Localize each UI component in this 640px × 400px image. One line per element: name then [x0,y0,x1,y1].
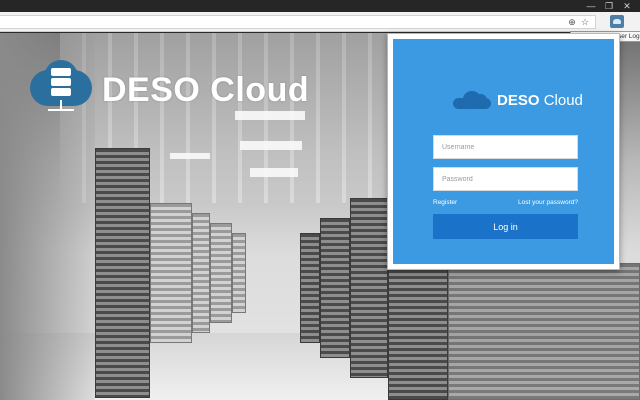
bookmark-star-icon[interactable]: ☆ [579,16,591,28]
popup-logo: DESO Cloud [453,91,583,109]
login-popup: DESO Cloud Register Lost your password? … [387,33,620,270]
password-input[interactable] [433,167,578,191]
server-rack [232,233,246,313]
cloud-icon [453,91,493,109]
brand-logo: DESO Cloud [30,60,310,116]
login-panel: DESO Cloud Register Lost your password? … [393,39,614,264]
address-bar[interactable]: ⊕ ☆ [0,15,596,29]
minimize-button[interactable]: — [584,1,598,11]
register-link[interactable]: Register [433,199,457,206]
brand-name: DESO Cloud [102,70,310,109]
server-rack [210,223,232,323]
username-input[interactable] [433,135,578,159]
server-rack [320,218,350,358]
zoom-icon[interactable]: ⊕ [566,16,578,28]
lost-password-link[interactable]: Lost your password? [518,199,578,206]
ceiling-light [170,153,210,159]
login-button[interactable]: Log in [433,214,578,239]
window-controls: — ❐ ✕ [584,0,634,12]
server-rack [388,263,448,400]
server-rack [350,198,388,378]
server-rack [95,148,150,398]
extension-cloud-icon[interactable] [610,15,624,28]
close-button[interactable]: ✕ [620,1,634,11]
login-links: Register Lost your password? [433,199,578,206]
cloud-server-icon [30,60,92,116]
ceiling-light [240,141,302,150]
server-rack [300,233,320,343]
server-rack [448,263,640,400]
ceiling-light [250,168,298,177]
browser-toolbar: ⊕ ☆ [0,12,640,32]
window-titlebar: — ❐ ✕ [0,0,640,12]
server-rack [192,213,210,333]
restore-button[interactable]: ❐ [602,1,616,11]
server-rack [150,203,192,343]
popup-logo-text: DESO Cloud [497,91,583,109]
